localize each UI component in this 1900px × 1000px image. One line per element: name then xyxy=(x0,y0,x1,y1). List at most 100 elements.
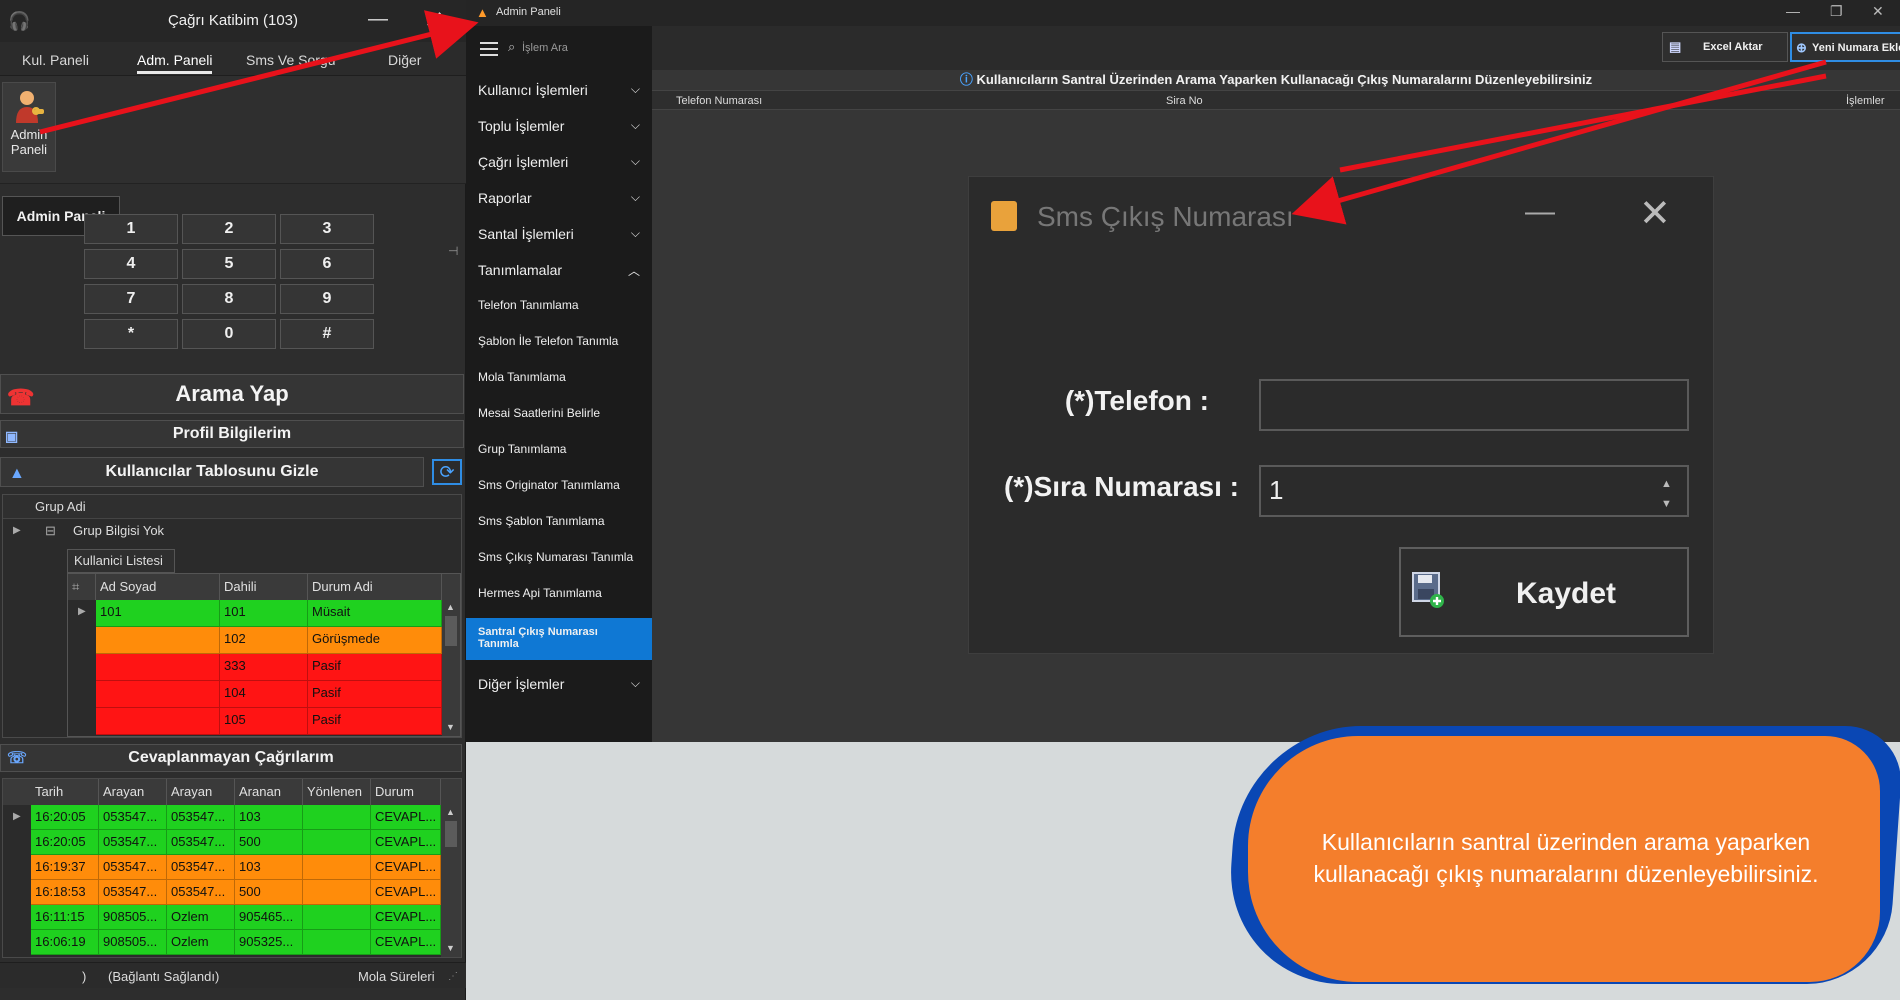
missed-cell-status[interactable]: CEVAPL... xyxy=(371,855,441,880)
minimize-button[interactable]: — xyxy=(1525,195,1555,229)
missed-cell-caller1[interactable]: 053547... xyxy=(99,805,167,830)
keypad-key-hash[interactable]: # xyxy=(280,319,374,349)
scroll-thumb[interactable] xyxy=(445,616,457,646)
sidebar-item-hermes-api[interactable]: Hermes Api Tanımlama xyxy=(466,586,652,600)
missed-cell-status[interactable]: CEVAPL... xyxy=(371,830,441,855)
column-header[interactable]: İşlemler xyxy=(1846,95,1885,107)
sidebar-item-sms-exit-number[interactable]: Sms Çıkış Numarası Tanımla xyxy=(466,550,652,564)
phone-input[interactable] xyxy=(1259,379,1689,431)
missed-cell-routed[interactable] xyxy=(303,880,371,905)
hide-users-table-button[interactable]: ▲ Kullanıcılar Tablosunu Gizle xyxy=(0,457,424,487)
my-profile-button[interactable]: ▣ Profil Bilgilerim xyxy=(0,420,464,448)
missed-cell-date[interactable]: 16:11:15 xyxy=(31,905,99,930)
missed-cell-callee[interactable]: 500 xyxy=(235,880,303,905)
missed-cell-date[interactable]: 16:19:37 xyxy=(31,855,99,880)
missed-cell-routed[interactable] xyxy=(303,830,371,855)
nav-definitions[interactable]: Tanımlamalar ︿ xyxy=(466,262,652,278)
close-button[interactable]: ✕ xyxy=(1872,3,1884,20)
missed-cell-status[interactable]: CEVAPL... xyxy=(371,880,441,905)
admin-panel-button[interactable]: Admin Paneli xyxy=(2,82,56,172)
pin-icon[interactable]: ⊣ xyxy=(448,244,458,258)
missed-cell-caller2[interactable]: 053547... xyxy=(167,830,235,855)
add-new-number-button[interactable]: ⊕ Yeni Numara Ekle xyxy=(1790,32,1900,62)
tab-user-list[interactable]: Kullanici Listesi xyxy=(67,549,175,573)
missed-cell-date[interactable]: 16:18:53 xyxy=(31,880,99,905)
missed-cell-routed[interactable] xyxy=(303,805,371,830)
missed-cell-status[interactable]: CEVAPL... xyxy=(371,805,441,830)
keypad-key-0[interactable]: 0 xyxy=(182,319,276,349)
group-column-header[interactable]: Grup Adi xyxy=(3,495,461,519)
user-cell-ext[interactable]: 105 xyxy=(220,708,308,735)
user-cell-name[interactable] xyxy=(96,681,220,708)
keypad-key-9[interactable]: 9 xyxy=(280,284,374,314)
scroll-down-icon[interactable]: ▼ xyxy=(446,722,455,732)
scroll-thumb[interactable] xyxy=(445,821,457,847)
user-cell-ext[interactable]: 333 xyxy=(220,654,308,681)
sidebar-item-sms-originator[interactable]: Sms Originator Tanımlama xyxy=(466,478,652,492)
tab-admin-panel[interactable]: Adm. Paneli xyxy=(137,52,213,74)
column-header[interactable]: Yönlenen xyxy=(303,779,371,805)
user-cell-status[interactable]: Pasif xyxy=(308,654,442,681)
collapse-icon[interactable]: ⊟ xyxy=(45,523,56,539)
column-chooser-icon[interactable]: ⌗ xyxy=(68,574,96,600)
nav-call-operations[interactable]: Çağrı İşlemleri ⌵ xyxy=(466,154,652,170)
scroll-down-icon[interactable]: ▼ xyxy=(446,943,455,953)
missed-cell-caller2[interactable]: Ozlem xyxy=(167,905,235,930)
user-cell-status[interactable]: Pasif xyxy=(308,708,442,735)
column-header[interactable]: Durum xyxy=(371,779,441,805)
missed-cell-date[interactable]: 16:20:05 xyxy=(31,830,99,855)
keypad-key-1[interactable]: 1 xyxy=(84,214,178,244)
missed-cell-date[interactable]: 16:06:19 xyxy=(31,930,99,955)
missed-cell-caller2[interactable]: 053547... xyxy=(167,805,235,830)
missed-cell-routed[interactable] xyxy=(303,930,371,955)
keypad-key-star[interactable]: * xyxy=(84,319,178,349)
tab-other[interactable]: Diğer xyxy=(388,52,421,68)
order-number-stepper[interactable]: 1 ▲ ▼ xyxy=(1259,465,1689,517)
close-button[interactable]: ✕ xyxy=(424,6,444,35)
break-times-link[interactable]: Mola Süreleri xyxy=(358,969,435,984)
tab-user-panel[interactable]: Kul. Paneli xyxy=(22,52,89,68)
user-cell-ext[interactable]: 104 xyxy=(220,681,308,708)
user-cell-name[interactable] xyxy=(96,708,220,735)
keypad-key-4[interactable]: 4 xyxy=(84,249,178,279)
missed-cell-status[interactable]: CEVAPL... xyxy=(371,930,441,955)
column-header[interactable]: Durum Adi xyxy=(308,574,442,600)
missed-cell-callee[interactable]: 500 xyxy=(235,830,303,855)
sidebar-item-phone-definition[interactable]: Telefon Tanımlama xyxy=(466,298,652,312)
nav-reports[interactable]: Raporlar ⌵ xyxy=(466,190,652,206)
excel-export-button[interactable]: ▤ Excel Aktar xyxy=(1662,32,1788,62)
scroll-up-icon[interactable]: ▲ xyxy=(446,807,455,817)
sidebar-item-template-phone[interactable]: Şablon İle Telefon Tanımla xyxy=(466,334,652,348)
user-cell-name[interactable] xyxy=(96,654,220,681)
tab-sms-query[interactable]: Sms Ve Sorgu xyxy=(246,52,336,68)
missed-cell-caller1[interactable]: 053547... xyxy=(99,855,167,880)
missed-cell-status[interactable]: CEVAPL... xyxy=(371,905,441,930)
missed-cell-callee[interactable]: 905325... xyxy=(235,930,303,955)
keypad-key-6[interactable]: 6 xyxy=(280,249,374,279)
nav-other-operations[interactable]: Diğer İşlemler ⌵ xyxy=(466,676,652,692)
save-button[interactable]: Kaydet xyxy=(1399,547,1689,637)
column-header[interactable]: Tarih xyxy=(31,779,99,805)
column-header[interactable]: Arayan xyxy=(99,779,167,805)
column-header[interactable]: Telefon Numarası xyxy=(676,95,762,107)
missed-cell-routed[interactable] xyxy=(303,905,371,930)
close-button[interactable]: ✕ xyxy=(1639,191,1671,236)
keypad-key-5[interactable]: 5 xyxy=(182,249,276,279)
row-expand-icon[interactable]: ▶ xyxy=(13,525,21,536)
sidebar-item-break-definition[interactable]: Mola Tanımlama xyxy=(466,370,652,384)
refresh-icon[interactable]: ⟳ xyxy=(432,459,462,485)
missed-cell-routed[interactable] xyxy=(303,855,371,880)
sidebar-item-work-hours[interactable]: Mesai Saatlerini Belirle xyxy=(466,406,652,420)
user-cell-status[interactable]: Görüşmede xyxy=(308,627,442,654)
sidebar-item-group-definition[interactable]: Grup Tanımlama xyxy=(466,442,652,456)
minimize-button[interactable]: — xyxy=(368,8,388,31)
sidebar-item-pbx-exit-number[interactable]: Santral Çıkış Numarası Tanımla xyxy=(466,618,652,660)
keypad-key-2[interactable]: 2 xyxy=(182,214,276,244)
keypad-key-8[interactable]: 8 xyxy=(182,284,276,314)
missed-cell-callee[interactable]: 103 xyxy=(235,855,303,880)
column-header[interactable]: Aranan xyxy=(235,779,303,805)
missed-cell-caller2[interactable]: Ozlem xyxy=(167,930,235,955)
resize-grip-icon[interactable]: ⋰ xyxy=(448,971,458,982)
keypad-key-3[interactable]: 3 xyxy=(280,214,374,244)
missed-cell-date[interactable]: 16:20:05 xyxy=(31,805,99,830)
